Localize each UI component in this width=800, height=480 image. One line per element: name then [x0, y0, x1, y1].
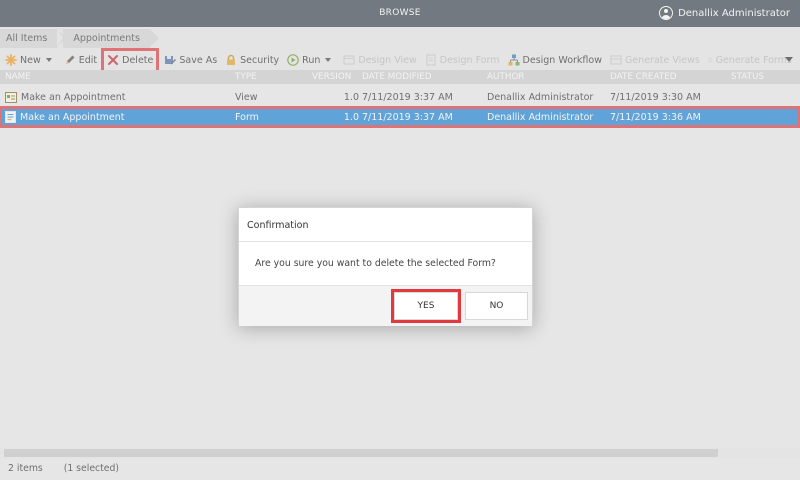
dialog-footer: YES NO [239, 286, 532, 326]
dialog-message: Are you sure you want to delete the sele… [239, 242, 532, 286]
confirmation-dialog: Confirmation Are you sure you want to de… [238, 207, 533, 326]
no-button[interactable]: NO [465, 292, 528, 320]
dialog-title: Confirmation [239, 208, 532, 242]
yes-button[interactable]: YES [391, 289, 461, 323]
